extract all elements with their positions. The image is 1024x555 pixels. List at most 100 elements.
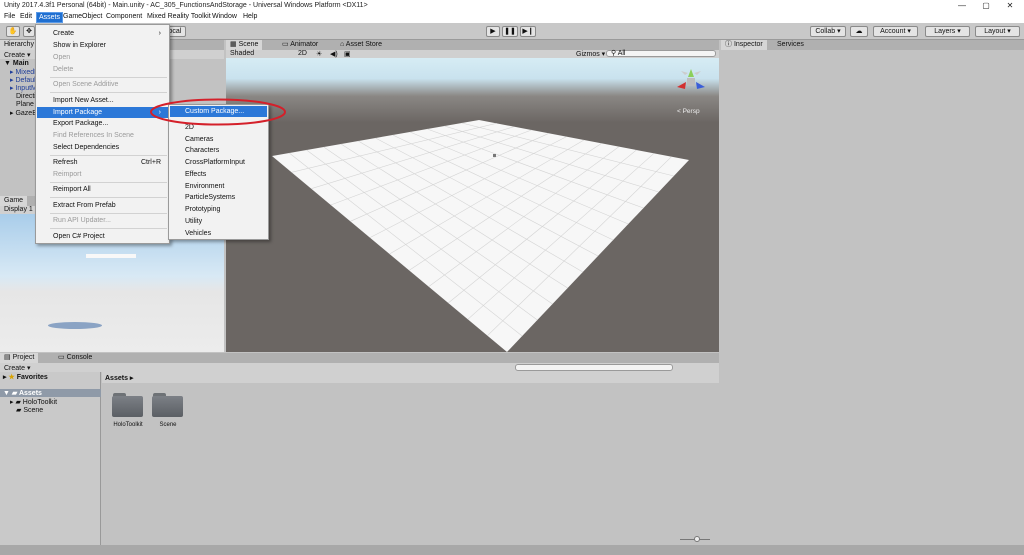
scene-panel: ▦ Scene ▭ Animator ⌂ Asset Store Shaded …	[226, 40, 719, 352]
tab-console[interactable]: ▭ Console	[54, 353, 96, 363]
submenu-item-cameras[interactable]: Cameras	[185, 136, 213, 143]
assets-root-row[interactable]: ▼ ▰ Assets	[0, 389, 101, 397]
hierarchy-item-main[interactable]: ▼ Main	[4, 60, 29, 67]
menu-item-select-dependencies[interactable]: Select Dependencies	[53, 144, 119, 151]
icon-size-slider-thumb[interactable]	[694, 536, 700, 542]
menu-item-find-references[interactable]: Find References In Scene	[53, 132, 134, 139]
tab-animator-label: Animator	[290, 41, 319, 48]
tab-hierarchy[interactable]: Hierarchy	[0, 40, 38, 50]
lighting-icon[interactable]: ☀	[316, 50, 322, 58]
submenu-item-prototyping[interactable]: Prototyping	[185, 206, 220, 213]
menu-item-open[interactable]: Open	[53, 54, 70, 61]
menu-separator	[50, 77, 167, 78]
menu-help[interactable]: Help	[243, 13, 257, 20]
menu-item-create[interactable]: Create	[53, 30, 74, 37]
close-button[interactable]: ✕	[1000, 0, 1020, 12]
menu-item-open-csharp-project[interactable]: Open C# Project	[53, 233, 105, 240]
minimize-button[interactable]: —	[952, 0, 972, 12]
assets-menu: Create › Show in Explorer Open Delete Op…	[35, 24, 170, 244]
submenu-item-crossplatforminput[interactable]: CrossPlatformInput	[185, 159, 245, 166]
tab-scene[interactable]: ▦ Scene	[226, 40, 263, 50]
project-tree-label: HoloToolkit	[22, 399, 58, 406]
submenu-item-vehicles[interactable]: Vehicles	[185, 230, 211, 237]
menu-item-reimport[interactable]: Reimport	[53, 171, 81, 178]
submenu-item-environment[interactable]: Environment	[185, 183, 224, 190]
collab-dropdown[interactable]: Collab ▾	[810, 26, 846, 37]
gizmos-dropdown[interactable]: Gizmos ▾	[576, 50, 605, 58]
play-button[interactable]: ▶	[486, 26, 500, 37]
project-toolbar: Create ▾	[0, 363, 719, 372]
submenu-item-particlesystems[interactable]: ParticleSystems	[185, 194, 235, 201]
menu-item-delete[interactable]: Delete	[53, 66, 73, 73]
submenu-item-utility[interactable]: Utility	[185, 218, 202, 225]
submenu-item-characters[interactable]: Characters	[185, 147, 219, 154]
menu-gameobject[interactable]: GameObject	[63, 13, 102, 20]
cloud-button[interactable]: ☁	[850, 26, 868, 37]
game-object-quad	[86, 254, 136, 258]
menu-item-show-in-explorer[interactable]: Show in Explorer	[53, 42, 106, 49]
scene-toolbar: Shaded 2D ☀ ◀) ▣ Gizmos ▾ ⚲ All	[226, 50, 719, 58]
hand-icon: ✋	[8, 28, 18, 35]
step-button[interactable]: ▶❙	[520, 26, 536, 37]
menu-item-import-new-asset[interactable]: Import New Asset...	[53, 97, 114, 104]
persp-label[interactable]: < Persp	[677, 108, 700, 115]
menu-separator	[50, 92, 167, 93]
display-dropdown[interactable]: Display 1	[4, 206, 33, 213]
layout-label: Layout	[984, 28, 1006, 35]
2d-toggle[interactable]: 2D	[298, 50, 307, 57]
account-dropdown[interactable]: Account ▾	[873, 26, 918, 37]
menu-window[interactable]: Window	[212, 13, 237, 20]
tab-asset-store[interactable]: ⌂ Asset Store	[336, 40, 386, 50]
pause-button[interactable]: ❚❚	[502, 26, 518, 37]
status-bar	[0, 545, 1024, 555]
folder-scene[interactable]	[152, 393, 183, 417]
hierarchy-create-button[interactable]: Create ▾	[4, 51, 30, 59]
project-breadcrumb-bar: Assets ▸	[102, 372, 719, 383]
hand-tool-button[interactable]: ✋	[6, 26, 20, 37]
menu-separator	[50, 182, 167, 183]
menu-item-open-scene-additive[interactable]: Open Scene Additive	[53, 81, 118, 88]
menu-item-reimport-all[interactable]: Reimport All	[53, 186, 91, 193]
layout-dropdown[interactable]: Layout ▾	[975, 26, 1020, 37]
tab-project[interactable]: ▤ Project	[0, 353, 39, 363]
tab-inspector[interactable]: ⓘ Inspector	[721, 40, 767, 50]
menu-item-export-package[interactable]: Export Package...	[53, 120, 108, 127]
search-icon: ⚲	[611, 50, 617, 57]
project-create-button[interactable]: Create ▾	[4, 364, 30, 372]
menu-item-run-api-updater[interactable]: Run API Updater...	[53, 217, 111, 224]
breadcrumb[interactable]: Assets ▸	[105, 374, 133, 382]
menu-component[interactable]: Component	[106, 13, 142, 20]
tab-inspector-label: Inspector	[733, 41, 763, 48]
project-search-input[interactable]	[515, 364, 673, 371]
move-tool-button[interactable]: ✥	[23, 26, 35, 37]
menu-mixed-reality-toolkit[interactable]: Mixed Reality Toolkit	[147, 13, 211, 20]
effects-icon[interactable]: ▣	[344, 50, 351, 58]
scene-viewport[interactable]: < Persp	[226, 58, 719, 352]
project-tree-item[interactable]: ▸ ▰ HoloToolkit	[10, 398, 57, 406]
favorites-item[interactable]: ▸ ★ Favorites	[3, 373, 48, 381]
scene-search-input[interactable]: ⚲ All	[606, 50, 716, 57]
menu-separator	[50, 213, 167, 214]
menu-item-refresh[interactable]: Refresh	[53, 159, 78, 166]
menu-edit[interactable]: Edit	[20, 13, 32, 20]
menu-file[interactable]: File	[4, 13, 15, 20]
layers-dropdown[interactable]: Layers ▾	[925, 26, 970, 37]
project-tabstrip: ▤ Project ▭ Console	[0, 353, 719, 363]
submenu-item-effects[interactable]: Effects	[185, 171, 206, 178]
shading-dropdown[interactable]: Shaded	[230, 50, 254, 57]
tab-services[interactable]: Services	[773, 40, 808, 50]
project-tree-item[interactable]: ▰ Scene	[16, 406, 43, 414]
audio-icon[interactable]: ◀)	[330, 50, 338, 58]
hierarchy-item[interactable]: Plane	[16, 101, 34, 108]
move-icon: ✥	[26, 28, 32, 35]
menu-item-extract-from-prefab[interactable]: Extract From Prefab	[53, 202, 116, 209]
assets-root-label: ▼ ▰ Assets	[3, 390, 42, 397]
maximize-button[interactable]: ▢	[976, 0, 996, 12]
menu-bar: File Edit Assets GameObject Component Mi…	[0, 12, 1024, 23]
folder-label: HoloToolkit	[113, 422, 143, 428]
tab-animator[interactable]: ▭ Animator	[278, 40, 322, 50]
tab-game[interactable]: Game	[0, 196, 28, 206]
annotation-ellipse	[150, 98, 286, 126]
menu-assets[interactable]: Assets	[36, 12, 64, 23]
folder-holotoolkit[interactable]	[112, 393, 143, 417]
